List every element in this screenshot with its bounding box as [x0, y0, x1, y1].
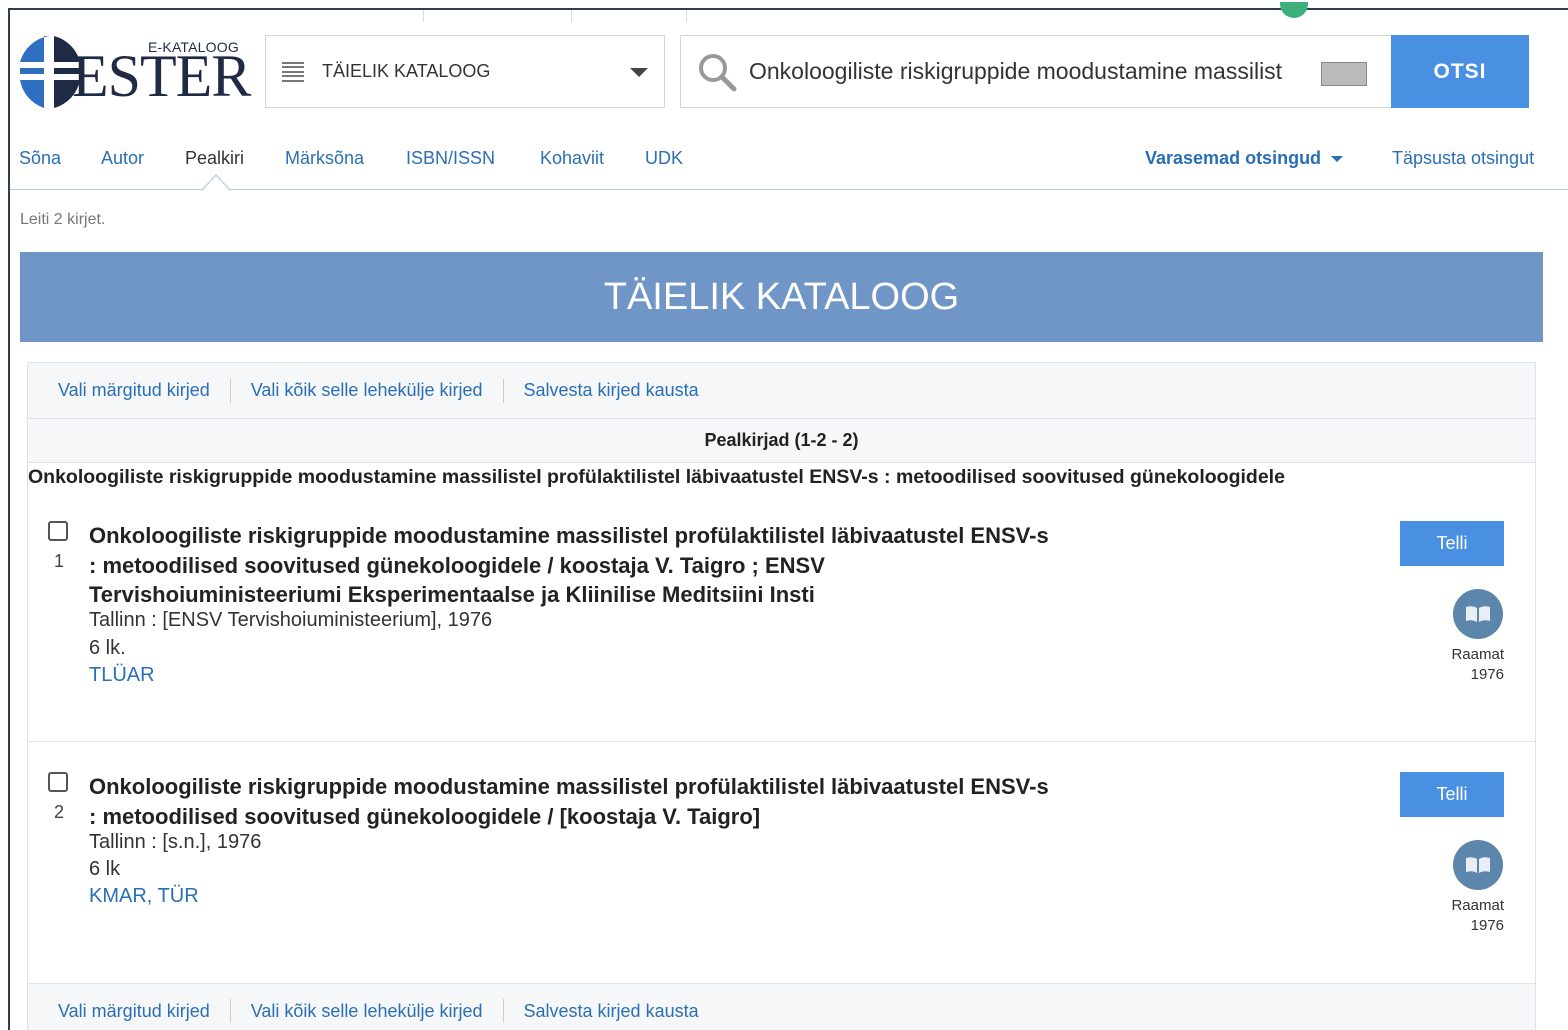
result-record: 1 Onkoloogiliste riskigruppide moodustam… [28, 511, 1536, 739]
tab-kohaviit[interactable]: Kohaviit [540, 148, 604, 169]
record-year: 1976 [1470, 666, 1504, 683]
record-location-link[interactable]: TLÜAR [89, 664, 155, 687]
record-year: 1976 [1470, 917, 1504, 934]
actions-bar-bottom: Vali märgitud kirjed Vali kõik selle leh… [28, 983, 1535, 1030]
divider [502, 378, 504, 403]
results-column-header: Pealkirjad (1-2 - 2) [28, 418, 1535, 463]
active-tab-pointer [202, 174, 230, 191]
tab-sona[interactable]: Sõna [19, 148, 61, 169]
group-title: Onkoloogiliste riskigruppide moodustamin… [28, 466, 1285, 488]
chevron-down-icon [1331, 156, 1344, 163]
chevron-down-icon [630, 68, 648, 77]
results-count: Leiti 2 kirjet. [20, 211, 106, 228]
divider [28, 741, 1535, 742]
tab-autor[interactable]: Autor [101, 148, 144, 169]
select-marked-link[interactable]: Vali märgitud kirjed [58, 1001, 210, 1022]
tab-pealkiri[interactable]: Pealkiri [185, 148, 244, 169]
tab-isbn-issn[interactable]: ISBN/ISSN [406, 148, 495, 169]
record-title[interactable]: Onkoloogiliste riskigruppide moodustamin… [89, 521, 1049, 610]
search-button[interactable]: OTSI [1391, 35, 1529, 108]
select-all-on-page-link[interactable]: Vali kõik selle lehekülje kirjed [251, 1001, 483, 1022]
record-extent: 6 lk [89, 858, 121, 880]
page-frame: E-KATALOOG ESTER TÄIELIK KATALOOG OTSI S… [8, 2, 1568, 1030]
list-icon [282, 61, 304, 82]
search-input[interactable] [749, 58, 1309, 85]
divider [229, 999, 231, 1023]
catalog-banner: TÄIELIK KATALOOG [20, 252, 1543, 342]
globe-logo-icon [18, 36, 80, 108]
select-marked-link[interactable]: Vali märgitud kirjed [58, 380, 210, 401]
record-number: 1 [54, 551, 65, 571]
logo-title: ESTER [72, 43, 251, 109]
record-type: Raamat 1976 [1433, 645, 1504, 685]
record-publication: Tallinn : [s.n.], 1976 [89, 831, 262, 853]
record-location-link[interactable]: KMAR, TÜR [89, 885, 199, 908]
record-title[interactable]: Onkoloogiliste riskigruppide moodustamin… [89, 772, 1049, 831]
record-type-label: Raamat [1451, 646, 1504, 663]
order-button[interactable]: Telli [1400, 772, 1504, 817]
tab-udk[interactable]: UDK [645, 148, 683, 169]
search-box [680, 35, 1392, 108]
tab-marksona[interactable]: Märksõna [285, 148, 364, 169]
record-type: Raamat 1976 [1433, 896, 1504, 936]
record-type-label: Raamat [1451, 897, 1504, 914]
actions-bar-top: Vali märgitud kirjed Vali kõik selle leh… [28, 363, 1535, 418]
record-extent: 6 lk. [89, 637, 126, 659]
ester-logo[interactable]: E-KATALOOG ESTER [18, 30, 251, 112]
book-icon [1453, 840, 1503, 890]
book-icon [1453, 589, 1503, 639]
results-panel: Vali märgitud kirjed Vali kõik selle leh… [27, 362, 1536, 1030]
result-record: 2 Onkoloogiliste riskigruppide moodustam… [28, 762, 1536, 982]
record-checkbox[interactable] [48, 521, 68, 541]
previous-searches-dropdown[interactable]: Varasemad otsingud [1145, 148, 1344, 169]
select-all-on-page-link[interactable]: Vali kõik selle lehekülje kirjed [251, 380, 483, 401]
refine-search-link[interactable]: Täpsusta otsingut [1392, 148, 1534, 169]
search-type-tabs: Sõna Autor Pealkiri Märksõna ISBN/ISSN K… [10, 128, 1568, 191]
divider [502, 999, 504, 1023]
record-checkbox[interactable] [48, 772, 68, 792]
save-to-folder-link[interactable]: Salvesta kirjed kausta [524, 1001, 699, 1022]
previous-searches-label: Varasemad otsingud [1145, 148, 1322, 168]
catalog-select[interactable]: TÄIELIK KATALOOG [265, 35, 665, 108]
record-publication: Tallinn : [ENSV Tervishoiuministeerium],… [89, 609, 493, 631]
save-to-folder-link[interactable]: Salvesta kirjed kausta [524, 380, 699, 401]
keyboard-icon[interactable] [1321, 62, 1367, 86]
search-icon [699, 53, 737, 91]
record-number: 2 [54, 802, 65, 822]
order-button[interactable]: Telli [1400, 521, 1504, 566]
header: E-KATALOOG ESTER TÄIELIK KATALOOG OTSI [10, 10, 1568, 128]
catalog-select-value: TÄIELIK KATALOOG [322, 61, 491, 81]
divider [229, 378, 231, 403]
